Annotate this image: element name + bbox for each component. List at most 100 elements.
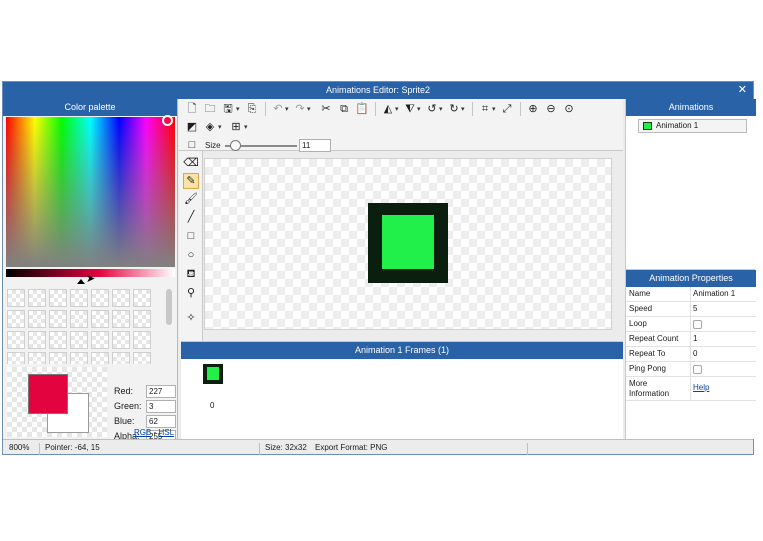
palette-swatch[interactable] (70, 352, 88, 364)
palette-swatch[interactable] (28, 352, 46, 364)
blue-label: Blue: (114, 416, 135, 426)
flip-vertical-icon[interactable]: ⧨ (403, 102, 417, 116)
line-icon[interactable]: ╱ (183, 209, 199, 225)
foreground-color-swatch[interactable] (28, 374, 68, 414)
palette-swatch[interactable] (49, 310, 67, 328)
color-spectrum[interactable] (6, 117, 175, 267)
brush-icon[interactable]: 🖌 (183, 191, 199, 207)
crop-icon[interactable]: ⌗ (478, 102, 492, 116)
export-icon[interactable]: ⎘ (245, 102, 259, 116)
open-folder-icon[interactable]: 🗀 (203, 102, 217, 116)
new-file-icon[interactable]: 🗋 (185, 102, 199, 116)
save-icon[interactable]: 🖫 (221, 102, 235, 116)
palette-scrollbar[interactable] (166, 289, 172, 325)
color-palette-header: Color palette (3, 99, 177, 116)
green-input[interactable]: 3 (146, 400, 176, 413)
grid-icon[interactable]: ⊞ (229, 120, 243, 134)
palette-swatch[interactable] (112, 310, 130, 328)
palette-swatch[interactable] (133, 289, 151, 307)
copy-icon[interactable]: ⧉ (337, 102, 351, 116)
palette-swatch[interactable] (49, 352, 67, 364)
palette-swatch[interactable] (91, 310, 109, 328)
property-row-loop: Loop (626, 317, 756, 332)
redo-icon[interactable]: ↷ (293, 102, 307, 116)
palette-swatch[interactable] (28, 310, 46, 328)
rotate-left-icon[interactable]: ↺ (425, 102, 439, 116)
animation-list-item[interactable]: Animation 1 (638, 119, 747, 133)
luminance-marker[interactable] (77, 279, 85, 284)
pencil-icon[interactable]: ✎ (183, 173, 199, 189)
crop-dropdown-icon[interactable]: ▾ (492, 105, 496, 113)
layers-icon[interactable]: ◈ (203, 120, 217, 134)
size-slider-knob[interactable] (230, 140, 241, 151)
property-value-speed[interactable]: 5 (693, 304, 697, 313)
grid-dropdown-icon[interactable]: ▾ (244, 123, 248, 131)
rgb-link[interactable]: RGB (134, 428, 151, 437)
loop-checkbox[interactable] (693, 320, 702, 329)
rectangle-icon[interactable]: □ (183, 228, 199, 244)
layers-dropdown-icon[interactable]: ▾ (218, 123, 222, 131)
eyedropper-icon[interactable]: ⚲ (183, 285, 199, 301)
palette-swatch[interactable] (112, 289, 130, 307)
color-mode-links: RGB - HSL (134, 428, 174, 437)
help-link[interactable]: Help (693, 383, 709, 392)
property-value-repeat-to[interactable]: 0 (693, 349, 697, 358)
sprite-fill (382, 215, 434, 269)
palette-swatch[interactable] (70, 310, 88, 328)
palette-swatch[interactable] (7, 289, 25, 307)
resize-icon[interactable]: ⤢ (500, 102, 514, 116)
palette-swatch[interactable] (70, 331, 88, 349)
paste-icon[interactable]: 📋 (355, 102, 369, 116)
animations-editor-window: Animations Editor: Sprite2 ✕ Color palet… (2, 81, 756, 455)
palette-swatch[interactable] (112, 331, 130, 349)
palette-swatch[interactable] (112, 352, 130, 364)
ellipse-icon[interactable]: ○ (183, 247, 199, 263)
palette-swatch[interactable] (133, 352, 151, 364)
property-row-repeat-to: Repeat To 0 (626, 347, 756, 362)
mode-separator: - (153, 428, 157, 437)
palette-swatch[interactable] (49, 289, 67, 307)
palette-swatch[interactable] (28, 331, 46, 349)
blue-input[interactable]: 62 (146, 415, 176, 428)
property-value-repeat-count[interactable]: 1 (693, 334, 697, 343)
zoom-fit-icon[interactable]: ⊙ (562, 102, 576, 116)
property-value-name[interactable]: Animation 1 (693, 289, 735, 298)
hsl-link[interactable]: HSL (158, 428, 174, 437)
drawing-canvas[interactable] (204, 158, 612, 330)
fill-bucket-icon[interactable]: ⛾ (183, 266, 199, 282)
frame-thumbnail[interactable] (203, 364, 223, 384)
rotate-left-dropdown-icon[interactable]: ▾ (439, 105, 443, 113)
palette-swatch[interactable] (91, 331, 109, 349)
zoom-in-icon[interactable]: ⊕ (526, 102, 540, 116)
palette-swatch[interactable] (133, 310, 151, 328)
magic-wand-icon[interactable]: ✧ (183, 310, 199, 326)
ping-pong-checkbox[interactable] (693, 365, 702, 374)
palette-swatch[interactable] (49, 331, 67, 349)
rotate-right-dropdown-icon[interactable]: ▾ (461, 105, 465, 113)
toolbar-separator (472, 102, 473, 116)
palette-swatch[interactable] (91, 289, 109, 307)
flip-vertical-dropdown-icon[interactable]: ▾ (417, 105, 421, 113)
undo-icon[interactable]: ↶ (271, 102, 285, 116)
palette-swatch[interactable] (133, 331, 151, 349)
undo-dropdown-icon[interactable]: ▾ (285, 105, 289, 113)
palette-swatch[interactable] (28, 289, 46, 307)
eraser-icon[interactable]: ⌫ (183, 155, 199, 171)
flip-horizontal-dropdown-icon[interactable]: ▾ (395, 105, 399, 113)
palette-swatch[interactable] (7, 331, 25, 349)
save-dropdown-icon[interactable]: ▾ (236, 105, 240, 113)
palette-swatch[interactable] (7, 310, 25, 328)
zoom-out-icon[interactable]: ⊖ (544, 102, 558, 116)
palette-swatch[interactable] (7, 352, 25, 364)
redo-dropdown-icon[interactable]: ▾ (307, 105, 311, 113)
flip-horizontal-icon[interactable]: ◭ (381, 102, 395, 116)
palette-swatch[interactable] (70, 289, 88, 307)
cut-icon[interactable]: ✂ (319, 102, 333, 116)
fill-mode-icon[interactable]: ◩ (185, 120, 199, 134)
rotate-right-icon[interactable]: ↻ (447, 102, 461, 116)
red-input[interactable]: 227 (146, 385, 176, 398)
palette-swatch[interactable] (91, 352, 109, 364)
size-input[interactable]: 11 (299, 139, 331, 152)
spectrum-picker-knob[interactable] (162, 115, 173, 126)
close-icon[interactable]: ✕ (738, 82, 747, 99)
